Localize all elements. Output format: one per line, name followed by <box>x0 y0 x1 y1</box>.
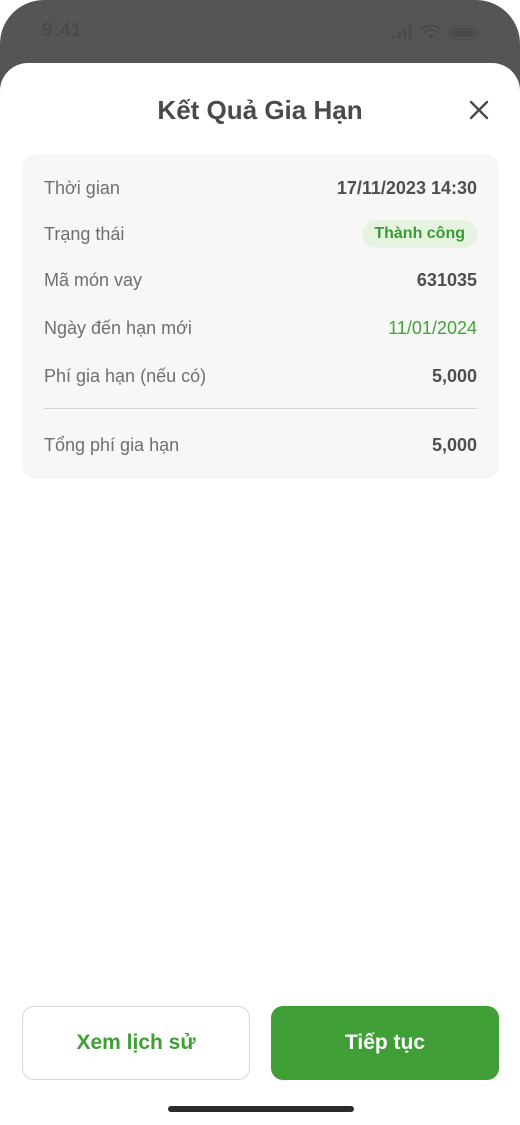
result-bottom-sheet: Kết Quả Gia Hạn Thời gian 17/11/2023 14:… <box>0 63 520 1125</box>
battery-icon <box>448 24 480 40</box>
signal-icon <box>392 25 412 39</box>
wifi-icon <box>421 24 441 39</box>
total-label: Tổng phí gia hạn <box>44 434 180 455</box>
status-bar: 9:41 <box>0 0 520 64</box>
home-indicator <box>168 1106 354 1112</box>
total-value: 5,000 <box>431 434 477 455</box>
detail-label: Trạng thái <box>44 223 125 244</box>
sheet-header: Kết Quả Gia Hạn <box>0 63 520 159</box>
phone-screen: 9:41 Kết Quả Gia Hạn Thời gian 17/11/202… <box>0 0 520 1125</box>
sheet-title: Kết Quả Gia Hạn <box>157 95 363 125</box>
detail-row-status: Trạng thái Thành công <box>44 220 477 248</box>
detail-row-new-due-date: Ngày đến hạn mới 11/01/2024 <box>44 315 477 341</box>
close-icon[interactable] <box>468 99 490 121</box>
divider <box>44 408 477 409</box>
detail-value: 5,000 <box>431 365 477 386</box>
detail-value: 17/11/2023 14:30 <box>336 177 477 198</box>
view-history-button[interactable]: Xem lịch sử <box>22 1006 250 1080</box>
status-icons <box>392 22 480 42</box>
detail-row-extension-fee: Phí gia hạn (nếu có) 5,000 <box>44 363 477 389</box>
status-badge: Thành công <box>362 220 477 248</box>
continue-button[interactable]: Tiếp tục <box>271 1006 499 1080</box>
detail-value: 631035 <box>416 269 477 290</box>
status-time: 9:41 <box>42 20 83 41</box>
detail-value: 11/01/2024 <box>388 317 477 338</box>
detail-row-loan-id: Mã món vay 631035 <box>44 267 477 293</box>
details-card: Thời gian 17/11/2023 14:30 Trạng thái Th… <box>22 154 499 479</box>
detail-label: Phí gia hạn (nếu có) <box>44 365 207 386</box>
detail-label: Ngày đến hạn mới <box>44 317 192 338</box>
detail-row-time: Thời gian 17/11/2023 14:30 <box>44 175 477 201</box>
detail-label: Mã món vay <box>44 269 143 290</box>
detail-row-total-fee: Tổng phí gia hạn 5,000 <box>44 432 477 458</box>
detail-label: Thời gian <box>44 177 120 198</box>
